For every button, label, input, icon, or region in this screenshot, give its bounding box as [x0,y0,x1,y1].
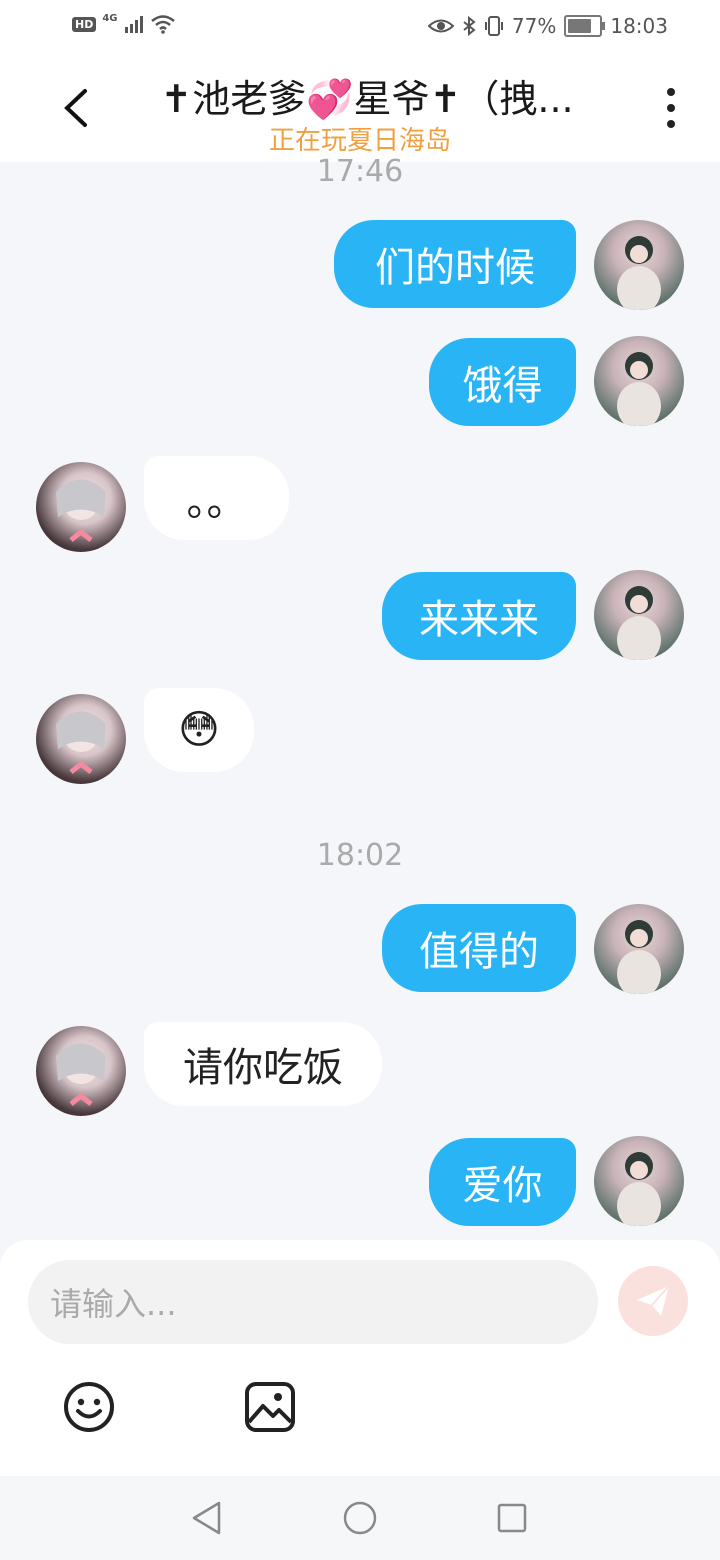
smiley-icon [64,1382,114,1432]
emoji-button[interactable] [62,1380,116,1434]
my-avatar[interactable] [594,1136,684,1226]
vibrate-icon [484,16,503,36]
timestamp: 17:46 [316,154,404,189]
message-input[interactable]: 请输入... [28,1260,598,1344]
square-recents-icon [497,1503,527,1533]
contact-avatar[interactable] [36,694,126,784]
message-bubble-incoming[interactable]: 请你吃饭 [144,1022,382,1106]
triangle-back-icon [192,1501,221,1535]
status-right: 77% 18:03 [427,14,668,38]
message-bubble-incoming[interactable]: 😳 [144,688,254,772]
my-avatar[interactable] [594,220,684,310]
network-type: 4G [102,12,118,24]
bluetooth-icon [463,16,476,36]
image-button[interactable] [243,1380,297,1434]
nav-recents-button[interactable] [492,1498,532,1538]
message-bubble-incoming[interactable]: 。。 [144,456,289,540]
more-vertical-icon-dot [667,88,675,96]
contact-avatar[interactable] [36,462,126,552]
message-bubble-outgoing[interactable]: 值得的 [382,904,576,992]
my-avatar[interactable] [594,336,684,426]
eye-icon [427,19,454,33]
circle-home-icon [343,1501,377,1535]
more-vertical-icon-dot [667,104,675,112]
chat-header: ✝池老爹💞星爷✝（拽... 正在玩夏日海岛 [0,56,720,162]
nav-home-button[interactable] [340,1498,380,1538]
send-button[interactable] [618,1266,688,1336]
hd-badge: HD [72,16,97,32]
message-bubble-outgoing[interactable]: 爱你 [429,1138,576,1226]
my-avatar[interactable] [594,904,684,994]
clock: 18:03 [610,14,668,38]
send-icon [637,1285,670,1316]
more-button[interactable] [654,84,688,132]
status-bar: HD 4G 77% 18:03 [0,0,720,56]
image-icon [245,1382,295,1432]
message-composer: 请输入... [0,1240,720,1476]
chat-status: 正在玩夏日海岛 [268,126,451,156]
my-avatar[interactable] [594,570,684,660]
input-placeholder: 请输入... [50,1285,177,1323]
message-bubble-outgoing[interactable]: 饿得 [429,338,576,426]
signal-icon [124,16,143,33]
message-bubble-outgoing[interactable]: 们的时候 [334,220,576,308]
battery-percent: 77% [511,14,557,38]
flushed-face-emoji: 😳 [178,707,220,753]
contact-avatar[interactable] [36,1026,126,1116]
nav-back-button[interactable] [186,1498,226,1538]
status-left: HD 4G [72,12,176,34]
timestamp: 18:02 [316,838,404,873]
battery-icon [564,15,606,37]
message-bubble-outgoing[interactable]: 来来来 [382,572,576,660]
system-nav-bar [0,1476,720,1560]
chat-title: ✝池老爹💞星爷✝（拽... [160,77,574,120]
battery-fill [568,19,592,33]
more-vertical-icon-dot [667,120,675,128]
wifi-icon [150,15,175,34]
